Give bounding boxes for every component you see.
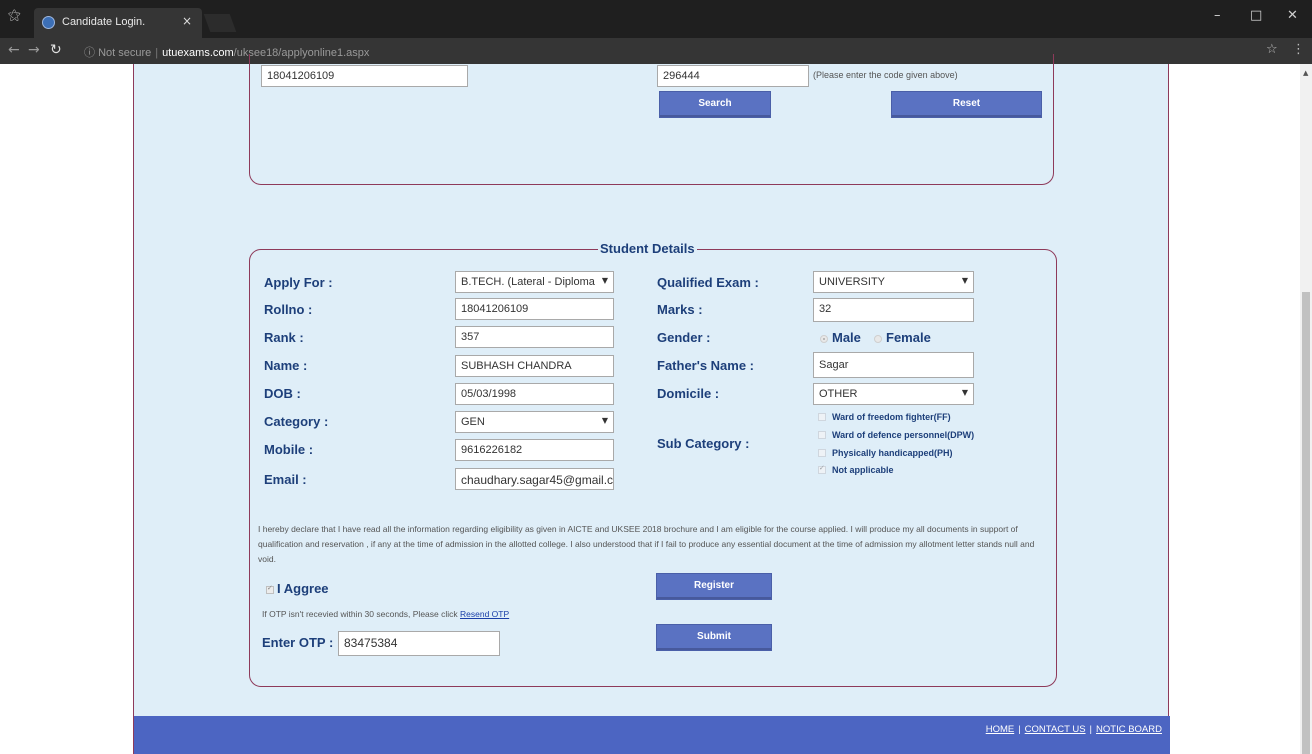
scroll-up-arrow-icon[interactable]: ▲ xyxy=(1303,69,1308,77)
footer-home-link[interactable]: HOME xyxy=(986,724,1015,735)
captcha-code-input[interactable]: 296444 xyxy=(657,65,809,87)
dob-input[interactable]: 05/03/1998 xyxy=(455,383,614,405)
category-value: GEN xyxy=(461,416,485,428)
declaration-text: I hereby declare that I have read all th… xyxy=(258,524,1035,564)
incognito-icon: ⚝ xyxy=(8,8,21,23)
search-fieldset: 18041206109 296444 (Please enter the cod… xyxy=(249,54,1054,185)
maximize-icon[interactable]: □ xyxy=(1250,8,1262,23)
not-applicable-label: Not applicable xyxy=(832,465,894,475)
name-input[interactable]: SUBHASH CHANDRA xyxy=(455,355,614,377)
url-host: utuexams.com xyxy=(162,47,234,59)
footer-links: HOME | CONTACT US | NOTIC BOARD xyxy=(986,724,1162,735)
email-input[interactable]: chaudhary.sagar45@gmail.c xyxy=(455,468,614,490)
gender-male-radio[interactable] xyxy=(820,335,828,343)
qualified-exam-select[interactable]: UNIVERSITY ▼ xyxy=(813,271,974,293)
category-select[interactable]: GEN ▼ xyxy=(455,411,614,433)
sub-category-label: Sub Category : xyxy=(657,436,750,451)
agree-checkbox[interactable] xyxy=(266,584,274,594)
domicile-select[interactable]: OTHER ▼ xyxy=(813,383,974,405)
new-tab-button[interactable] xyxy=(203,14,237,32)
physically-handicapped-checkbox[interactable] xyxy=(818,449,826,457)
dob-label: DOB : xyxy=(264,386,301,401)
chevron-down-icon: ▼ xyxy=(961,276,968,285)
apply-for-label: Apply For : xyxy=(264,275,333,290)
gender-label: Gender : xyxy=(657,330,711,345)
chevron-down-icon: ▼ xyxy=(601,276,608,285)
apply-for-select[interactable]: B.TECH. (Lateral - Diploma ▼ xyxy=(455,271,614,293)
apply-for-value: B.TECH. (Lateral - Diploma xyxy=(461,276,595,288)
qualified-exam-value: UNIVERSITY xyxy=(819,276,886,288)
search-button[interactable]: Search xyxy=(659,91,771,118)
vertical-scrollbar[interactable]: ▲ xyxy=(1300,64,1312,754)
reset-button[interactable]: Reset xyxy=(891,91,1042,118)
otp-hint-text: If OTP isn't recevied within 30 seconds,… xyxy=(262,609,458,619)
not-secure-label: Not secure xyxy=(98,47,152,59)
back-icon[interactable]: ← xyxy=(8,42,20,58)
info-icon: ⓘ xyxy=(84,46,95,59)
footer-bar: HOME | CONTACT US | NOTIC BOARD xyxy=(134,716,1170,754)
student-details-fieldset: Student Details Apply For : B.TECH. (Lat… xyxy=(249,241,1057,687)
domicile-label: Domicile : xyxy=(657,386,720,401)
search-rollno-input[interactable]: 18041206109 xyxy=(261,65,468,87)
ward-defence-label: Ward of defence personnel(DPW) xyxy=(832,430,975,440)
footer-notice-link[interactable]: NOTIC BOARD xyxy=(1096,724,1162,735)
otp-input[interactable]: 83475384 xyxy=(338,631,500,656)
gender-female-radio[interactable] xyxy=(874,335,882,343)
footer-separator: | xyxy=(1089,724,1093,735)
chevron-down-icon: ▼ xyxy=(961,388,968,397)
mobile-label: Mobile : xyxy=(264,442,314,457)
student-details-legend: Student Details xyxy=(598,241,697,256)
rollno-label: Rollno : xyxy=(264,302,313,317)
ward-defence-checkbox[interactable] xyxy=(818,431,826,439)
bookmark-star-icon[interactable]: ☆ xyxy=(1266,42,1278,57)
ward-freedom-fighter-label: Ward of freedom fighter(FF) xyxy=(832,412,951,422)
menu-kebab-icon[interactable]: ⋮ xyxy=(1292,42,1305,57)
page-viewport: 18041206109 296444 (Please enter the cod… xyxy=(0,54,1300,754)
domicile-value: OTHER xyxy=(819,388,858,400)
category-label: Category : xyxy=(264,414,329,429)
close-window-icon[interactable]: ✕ xyxy=(1287,8,1298,23)
rank-label: Rank : xyxy=(264,330,304,345)
footer-contact-link[interactable]: CONTACT US xyxy=(1025,724,1086,735)
minimize-icon[interactable]: – xyxy=(1214,8,1221,23)
otp-hint: If OTP isn't recevied within 30 seconds,… xyxy=(262,609,509,619)
otp-label: Enter OTP : xyxy=(262,635,334,650)
email-label: Email : xyxy=(264,472,307,487)
fathers-name-label: Father's Name : xyxy=(657,358,755,373)
rollno-input[interactable]: 18041206109 xyxy=(455,298,614,320)
browser-tab[interactable]: Candidate Login. × xyxy=(34,8,202,38)
marks-input[interactable]: 32 xyxy=(813,298,974,322)
name-label: Name : xyxy=(264,358,308,373)
tab-close-icon[interactable]: × xyxy=(182,14,192,28)
site-favicon-icon xyxy=(42,16,55,29)
tab-title: Candidate Login. xyxy=(62,16,146,28)
footer-separator: | xyxy=(1018,724,1021,735)
gender-female-label: Female xyxy=(886,330,931,345)
page-content: 18041206109 296444 (Please enter the cod… xyxy=(133,54,1170,754)
gender-male-label: Male xyxy=(832,330,861,345)
not-applicable-checkbox[interactable] xyxy=(818,464,826,474)
browser-titlebar: ⚝ Candidate Login. × – □ ✕ xyxy=(0,0,1312,38)
marks-label: Marks : xyxy=(657,302,703,317)
physically-handicapped-label: Physically handicapped(PH) xyxy=(832,448,953,458)
submit-button[interactable]: Submit xyxy=(656,624,772,651)
scrollbar-thumb[interactable] xyxy=(1302,292,1310,754)
resend-otp-link[interactable]: Resend OTP xyxy=(460,609,509,619)
register-button[interactable]: Register xyxy=(656,573,772,600)
ward-freedom-fighter-checkbox[interactable] xyxy=(818,413,826,421)
fathers-name-input[interactable]: Sagar xyxy=(813,352,974,378)
reload-icon[interactable]: ↻ xyxy=(50,42,62,58)
mobile-input[interactable]: 9616226182 xyxy=(455,439,614,461)
captcha-hint: (Please enter the code given above) xyxy=(813,70,958,80)
qualified-exam-label: Qualified Exam : xyxy=(657,275,759,290)
rank-input[interactable]: 357 xyxy=(455,326,614,348)
agree-label: I Aggree xyxy=(277,581,329,596)
forward-icon[interactable]: → xyxy=(28,42,40,58)
chevron-down-icon: ▼ xyxy=(601,416,608,425)
